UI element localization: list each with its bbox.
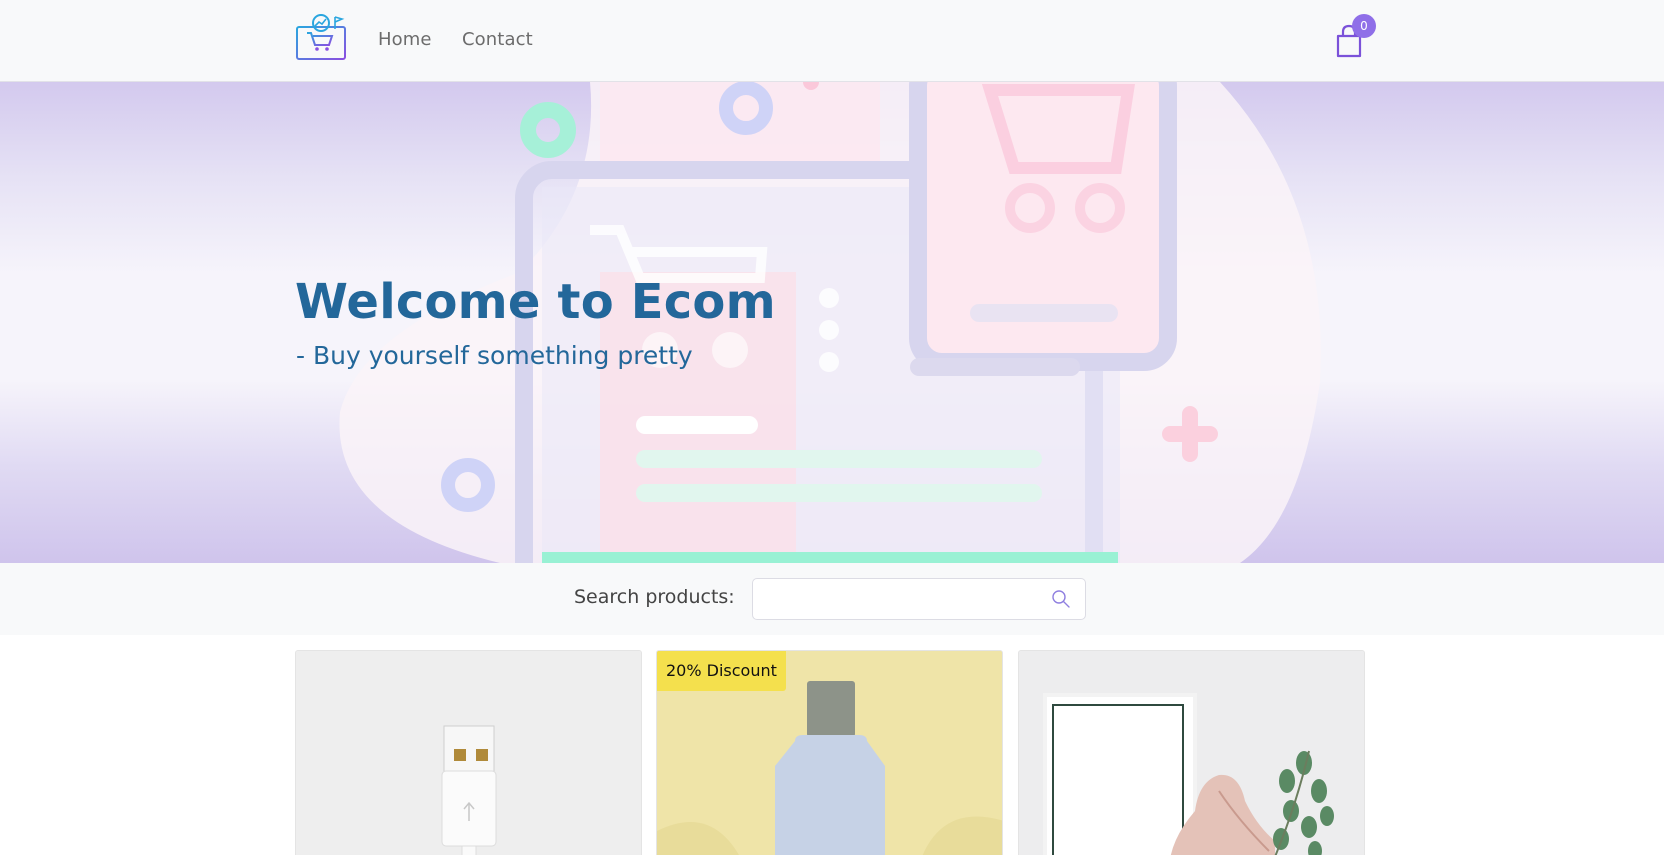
- shoes-and-frame-image: [1019, 651, 1364, 855]
- logo-icon[interactable]: [295, 13, 347, 69]
- search-box[interactable]: [752, 578, 1086, 620]
- product-card[interactable]: 20% Discount: [656, 650, 1003, 855]
- search-section: Search products:: [0, 563, 1664, 635]
- search-input[interactable]: [753, 579, 1043, 619]
- nav-link-home[interactable]: Home: [378, 29, 432, 50]
- product-card[interactable]: [1018, 650, 1365, 855]
- nav-link-contact[interactable]: Contact: [462, 29, 533, 50]
- search-icon[interactable]: [1051, 589, 1071, 609]
- search-label: Search products:: [574, 586, 735, 608]
- hero-banner: Welcome to Ecom - Buy yourself something…: [0, 82, 1664, 563]
- navbar: Home Contact 0: [0, 0, 1664, 82]
- hero-illustration: [339, 82, 1321, 563]
- usb-cable-image: [296, 651, 641, 855]
- discount-badge: 20% Discount: [657, 651, 786, 691]
- hero-title: Welcome to Ecom: [295, 274, 776, 330]
- hero-subtitle: - Buy yourself something pretty: [296, 341, 693, 370]
- cart-count-badge: 0: [1352, 14, 1376, 38]
- product-card[interactable]: [295, 650, 642, 855]
